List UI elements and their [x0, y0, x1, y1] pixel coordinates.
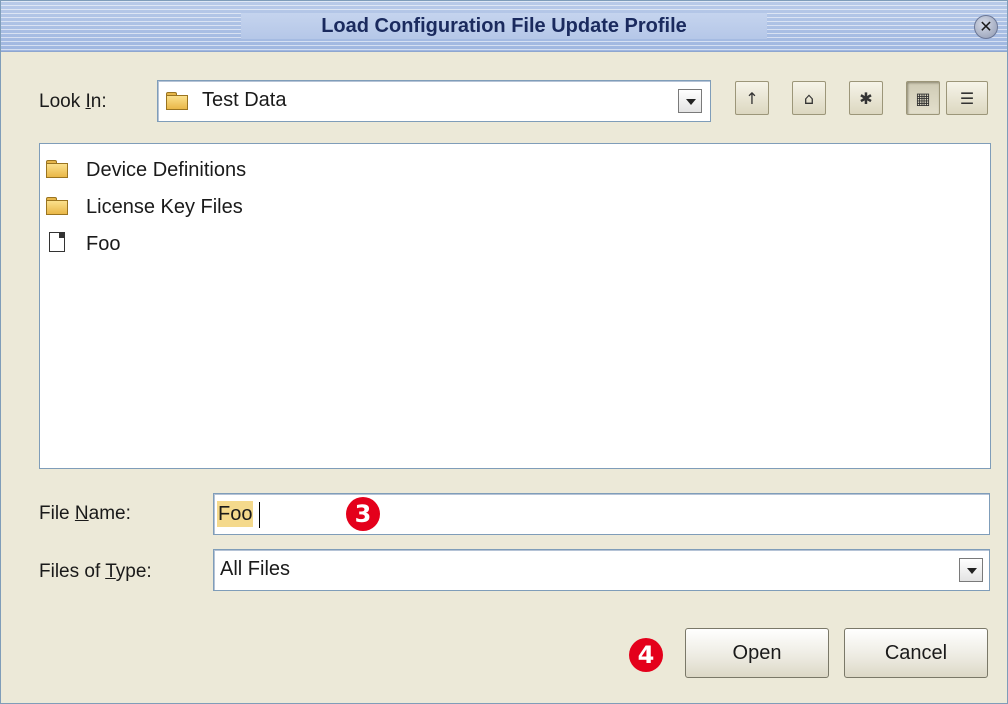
- folder-icon: [46, 197, 68, 215]
- file-icon: [49, 232, 65, 252]
- folder-icon: [166, 92, 188, 110]
- home-icon: ⌂: [803, 88, 815, 108]
- look-in-value: Test Data: [202, 89, 287, 111]
- open-button[interactable]: Open: [685, 628, 829, 678]
- file-list[interactable]: Device Definitions License Key Files Foo: [39, 143, 991, 469]
- files-of-type-value: All Files: [220, 558, 291, 580]
- files-of-type-select[interactable]: All Files: [213, 549, 990, 591]
- new-folder-button[interactable]: ✱: [849, 81, 883, 115]
- details-view-icon: ☰: [959, 88, 975, 108]
- list-item[interactable]: Foo: [40, 228, 440, 258]
- up-one-level-icon: ↑: [745, 88, 759, 108]
- file-name-value: Foo: [217, 501, 254, 527]
- folder-icon: [46, 160, 68, 178]
- callout-badge-3: 3: [346, 497, 380, 531]
- chevron-down-icon[interactable]: [678, 89, 702, 113]
- new-folder-icon: ✱: [859, 88, 873, 108]
- list-item[interactable]: License Key Files: [40, 191, 440, 221]
- list-item[interactable]: Device Definitions: [40, 154, 440, 184]
- file-dialog: Load Configuration File Update Profile ✕…: [0, 0, 1008, 704]
- file-name-label: File Name:: [39, 503, 131, 524]
- files-of-type-label: Files of Type:: [39, 561, 152, 582]
- chevron-down-icon[interactable]: [959, 558, 983, 582]
- text-caret: [259, 502, 260, 528]
- list-view-icon: ▦: [915, 88, 931, 108]
- title-bar[interactable]: Load Configuration File Update Profile ✕: [1, 1, 1007, 52]
- list-view-button[interactable]: ▦: [906, 81, 940, 115]
- file-name-input[interactable]: Foo: [213, 493, 990, 535]
- callout-badge-4: 4: [629, 638, 663, 672]
- look-in-combo[interactable]: Test Data: [157, 80, 711, 122]
- look-in-label: Look In:: [39, 91, 107, 112]
- details-view-button[interactable]: ☰: [946, 81, 988, 115]
- dialog-title: Load Configuration File Update Profile: [321, 15, 687, 37]
- home-button[interactable]: ⌂: [792, 81, 826, 115]
- up-one-level-button[interactable]: ↑: [735, 81, 769, 115]
- cancel-button[interactable]: Cancel: [844, 628, 988, 678]
- close-icon[interactable]: ✕: [974, 15, 998, 39]
